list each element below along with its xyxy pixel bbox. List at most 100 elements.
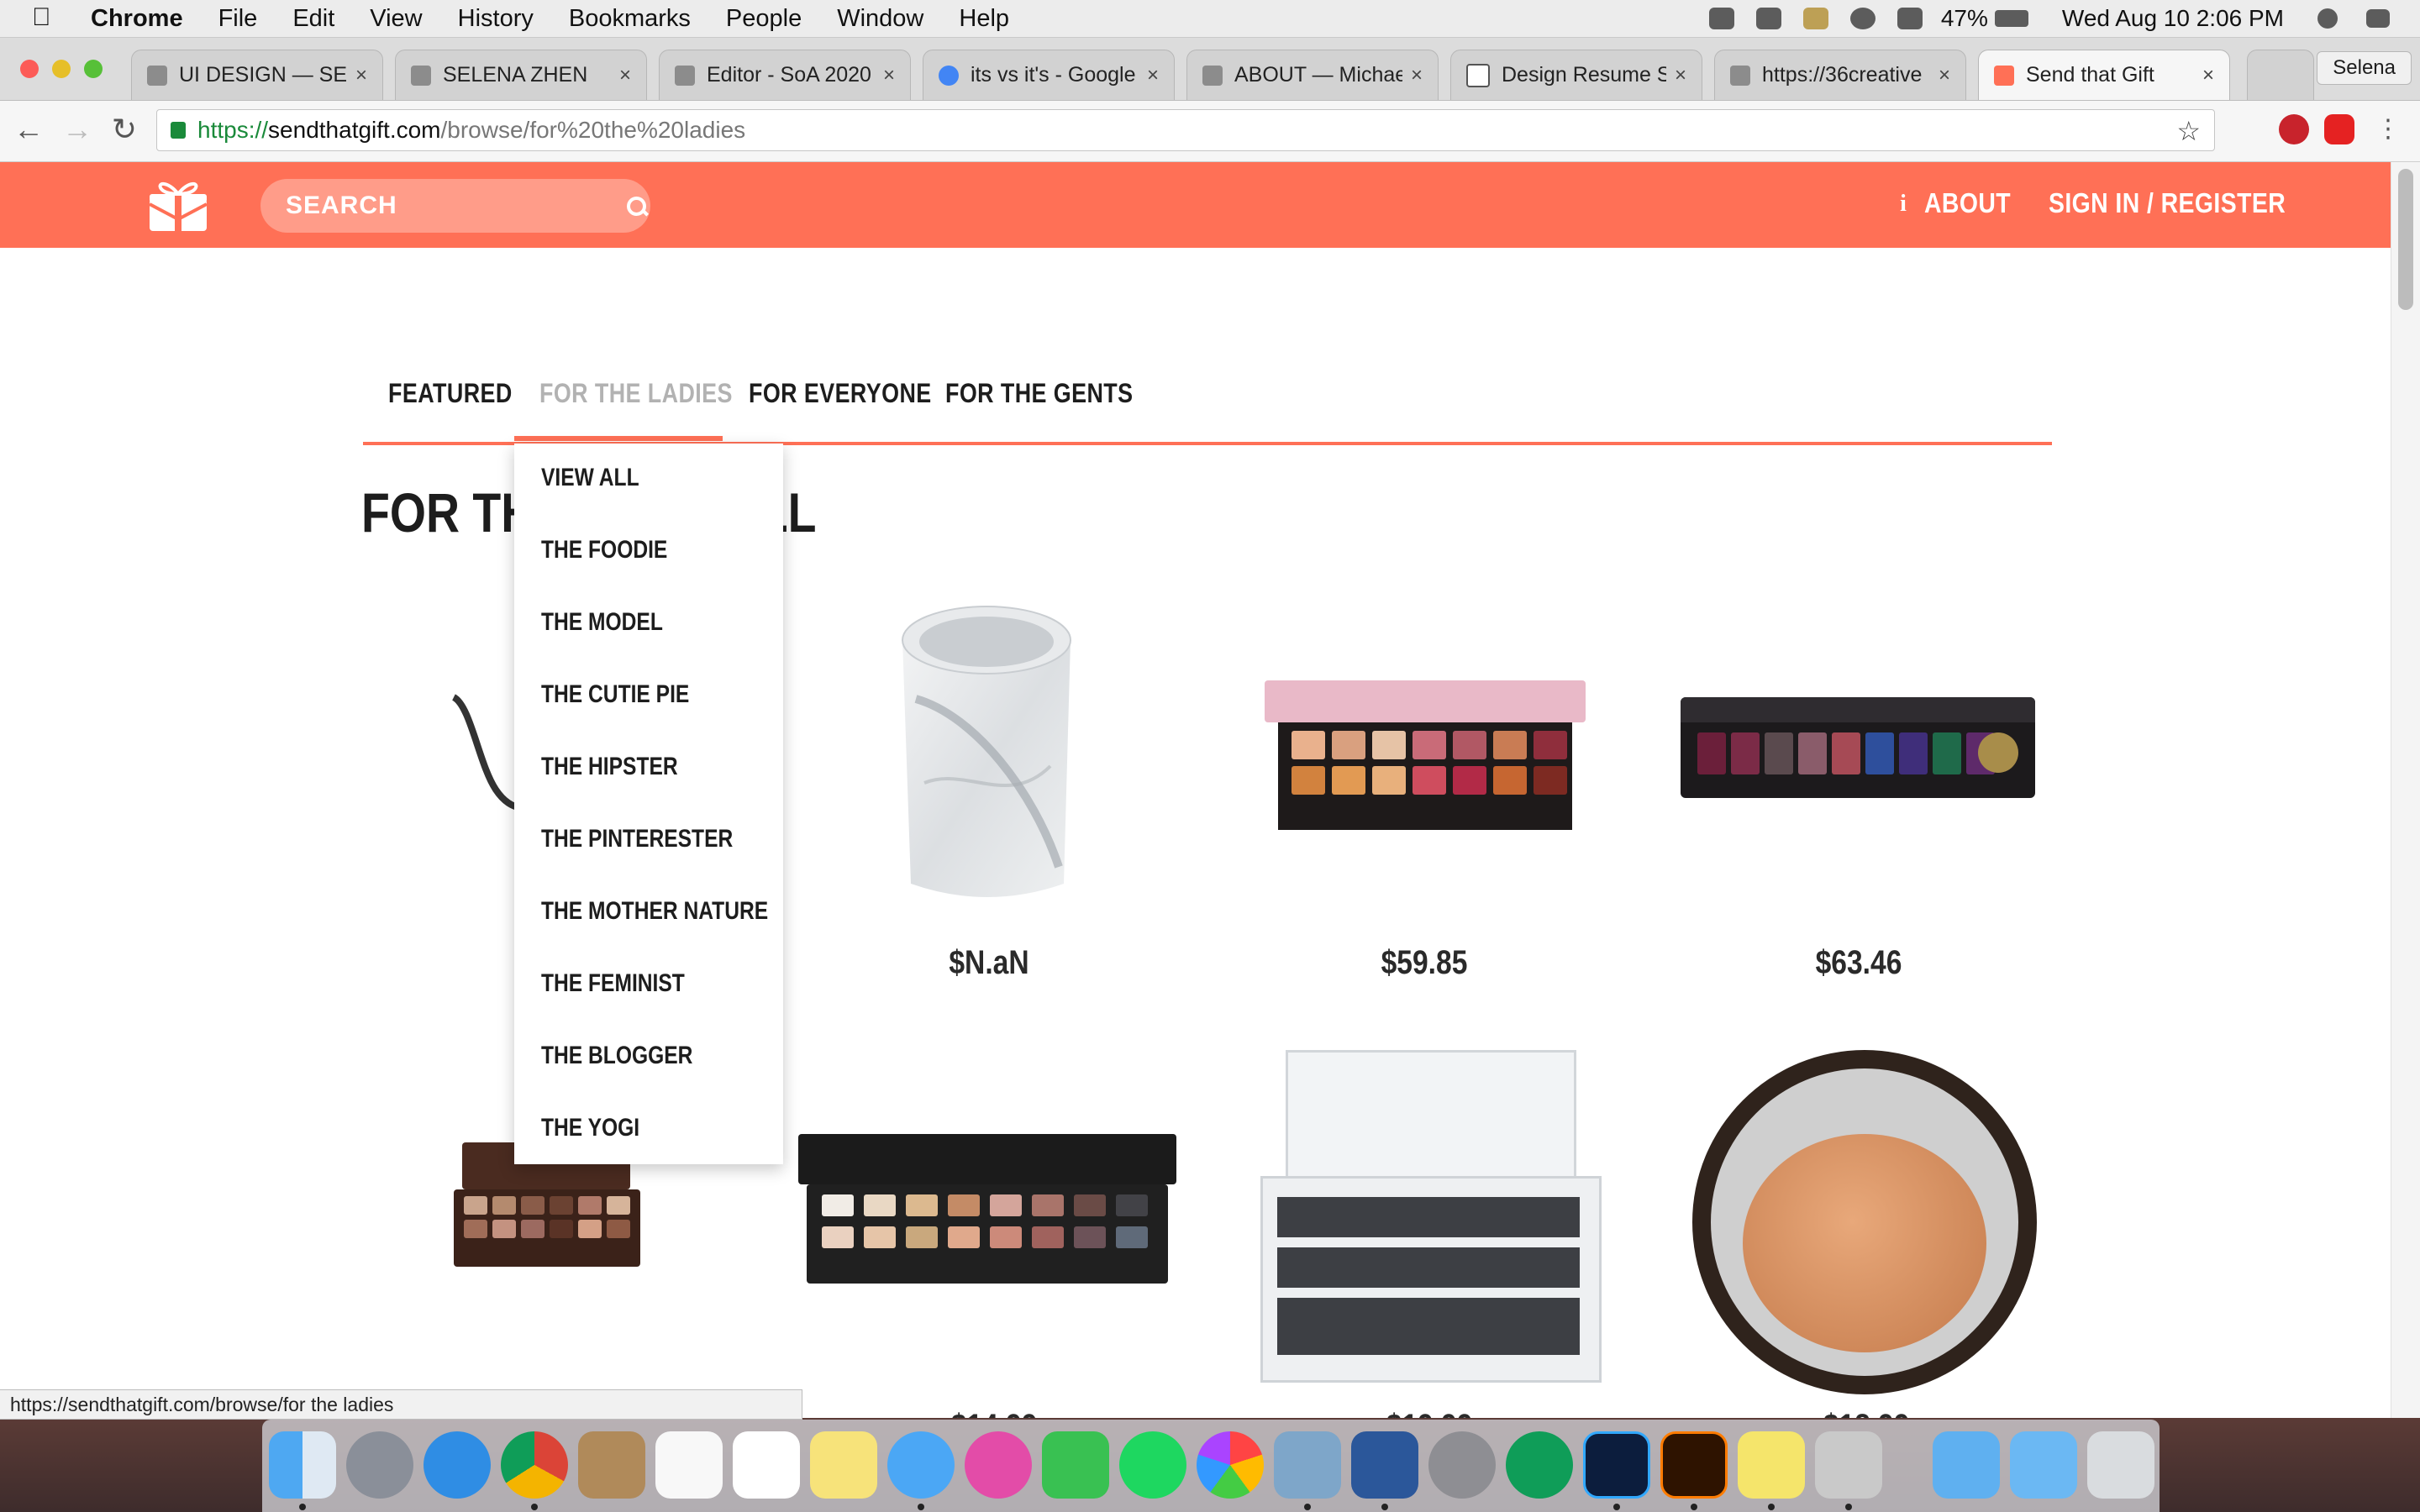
search-box[interactable]: [260, 179, 650, 233]
minimize-window-button[interactable]: [52, 60, 71, 78]
dropdown-item-mother-nature[interactable]: THE MOTHER NATURE: [541, 897, 768, 926]
safari-icon[interactable]: [424, 1431, 491, 1499]
dropdown-item-view-all[interactable]: VIEW ALL: [541, 464, 639, 492]
menu-view[interactable]: View: [370, 5, 422, 33]
new-tab-button[interactable]: [2247, 50, 2314, 100]
menu-help[interactable]: Help: [959, 5, 1009, 33]
app-grid-icon[interactable]: [733, 1431, 800, 1499]
sign-in-register-link[interactable]: SIGN IN / REGISTER: [2049, 187, 2286, 219]
menu-file[interactable]: File: [218, 5, 258, 33]
search-input[interactable]: [284, 191, 625, 221]
product-image-serpentina-palette[interactable]: [1681, 697, 2035, 798]
close-tab-icon[interactable]: ×: [619, 64, 631, 87]
tab-featured[interactable]: FEATURED: [388, 378, 513, 438]
time-machine-icon[interactable]: [1849, 8, 1876, 29]
dropdown-item-cutie-pie[interactable]: THE CUTIE PIE: [541, 680, 689, 709]
shield-icon[interactable]: [1802, 8, 1828, 29]
word-icon[interactable]: [1351, 1431, 1418, 1499]
menu-people[interactable]: People: [726, 5, 802, 33]
profile-button[interactable]: Selena: [2317, 51, 2412, 85]
dropdown-item-foodie[interactable]: THE FOODIE: [541, 536, 667, 564]
opera-extension-icon[interactable]: [2324, 114, 2354, 144]
photos-icon[interactable]: [1197, 1431, 1264, 1499]
close-tab-icon[interactable]: ×: [1675, 64, 1686, 87]
browser-tab[interactable]: SELENA ZHEN ×: [395, 50, 647, 100]
itunes-icon[interactable]: [965, 1431, 1032, 1499]
browser-tab[interactable]: https://36creative ×: [1714, 50, 1966, 100]
dropdown-item-hipster[interactable]: THE HIPSTER: [541, 753, 678, 781]
zoom-window-button[interactable]: [84, 60, 103, 78]
browser-tab[interactable]: Editor - SoA 2020 ×: [659, 50, 911, 100]
menu-edit[interactable]: Edit: [292, 5, 334, 33]
menu-window[interactable]: Window: [837, 5, 923, 33]
pinterest-extension-icon[interactable]: [2279, 114, 2309, 144]
battery-percent[interactable]: 47%: [1941, 5, 1988, 32]
chrome-icon[interactable]: [501, 1431, 568, 1499]
notes-icon[interactable]: [810, 1431, 877, 1499]
product-image-marble-holder[interactable]: [891, 598, 1084, 909]
illustrator-icon[interactable]: [1660, 1431, 1728, 1499]
tab-for-the-ladies[interactable]: FOR THE LADIES: [539, 378, 733, 438]
forward-arrow-icon[interactable]: →: [60, 113, 94, 146]
bookmark-star-icon[interactable]: ☆: [2176, 115, 2201, 147]
gift-logo-icon[interactable]: [148, 177, 208, 233]
product-image-acrylic-organizer[interactable]: [1252, 1050, 1605, 1386]
close-tab-icon[interactable]: ×: [1939, 64, 1950, 87]
menu-bookmarks[interactable]: Bookmarks: [569, 5, 691, 33]
info-icon[interactable]: i: [1897, 191, 1909, 218]
browser-tab[interactable]: its vs it's - Google ×: [923, 50, 1175, 100]
close-tab-icon[interactable]: ×: [355, 64, 367, 87]
scrollbar-thumb[interactable]: [2398, 169, 2413, 310]
product-image-cable[interactable]: [445, 689, 521, 815]
downloads-folder-icon[interactable]: [1933, 1431, 2000, 1499]
chrome-menu-icon[interactable]: ⋮: [2371, 113, 2405, 146]
product-image-becca-highlighter[interactable]: [1692, 1050, 2037, 1394]
dropdown-item-feminist[interactable]: THE FEMINIST: [541, 969, 685, 998]
dropdown-item-model[interactable]: THE MODEL: [541, 608, 663, 637]
dropdown-item-pinterester[interactable]: THE PINTERESTER: [541, 825, 733, 853]
back-arrow-icon[interactable]: ←: [12, 113, 45, 146]
menu-history[interactable]: History: [458, 5, 534, 33]
close-window-button[interactable]: [20, 60, 39, 78]
dropdown-item-blogger[interactable]: THE BLOGGER: [541, 1042, 692, 1070]
battery-icon[interactable]: [1994, 10, 2028, 27]
notification-center-icon[interactable]: [2366, 9, 2390, 28]
browser-tab[interactable]: Design Resume Su ×: [1450, 50, 1702, 100]
spotify-icon[interactable]: [1119, 1431, 1186, 1499]
address-bar[interactable]: https://sendthatgift.com/browse/for%20th…: [156, 109, 2215, 151]
browser-tab-active[interactable]: Send that Gift ×: [1978, 50, 2230, 100]
product-image-pink-palette[interactable]: [1265, 680, 1586, 832]
browser-tab[interactable]: ABOUT — Michael ×: [1186, 50, 1439, 100]
dropdown-item-yogi[interactable]: THE YOGI: [541, 1114, 639, 1142]
stickies-icon[interactable]: [1738, 1431, 1805, 1499]
apple-logo-icon[interactable]: : [32, 4, 57, 31]
close-tab-icon[interactable]: ×: [883, 64, 895, 87]
browser-tab[interactable]: UI DESIGN — SELI ×: [131, 50, 383, 100]
page-scrollbar[interactable]: [2391, 162, 2420, 1418]
menu-app-name[interactable]: Chrome: [91, 5, 183, 33]
system-preferences-icon[interactable]: [1428, 1431, 1496, 1499]
photoshop-icon[interactable]: [1583, 1431, 1650, 1499]
close-tab-icon[interactable]: ×: [1147, 64, 1159, 87]
screenshot-tool-icon[interactable]: [1815, 1431, 1882, 1499]
calendar-icon[interactable]: [655, 1431, 723, 1499]
messages-icon[interactable]: [887, 1431, 955, 1499]
launchpad-icon[interactable]: [346, 1431, 413, 1499]
finder-icon[interactable]: [269, 1431, 336, 1499]
facetime-icon[interactable]: [1042, 1431, 1109, 1499]
about-link[interactable]: ABOUT: [1924, 187, 2011, 219]
clock[interactable]: Wed Aug 10 2:06 PM: [2062, 5, 2284, 32]
documents-folder-icon[interactable]: [2010, 1431, 2077, 1499]
preview-icon[interactable]: [1274, 1431, 1341, 1499]
cloud-sync-icon[interactable]: [1755, 8, 1781, 29]
close-tab-icon[interactable]: ×: [1411, 64, 1423, 87]
creative-cloud-icon[interactable]: [1708, 8, 1734, 29]
spotlight-search-icon[interactable]: [2317, 8, 2338, 29]
wifi-icon[interactable]: [1897, 8, 1923, 29]
search-icon[interactable]: [625, 195, 646, 217]
contacts-icon[interactable]: [578, 1431, 645, 1499]
close-tab-icon[interactable]: ×: [2202, 64, 2214, 87]
trash-icon[interactable]: [2087, 1431, 2154, 1499]
tab-for-the-gents[interactable]: FOR THE GENTS: [945, 378, 1133, 438]
reload-icon[interactable]: ↻: [108, 113, 141, 146]
